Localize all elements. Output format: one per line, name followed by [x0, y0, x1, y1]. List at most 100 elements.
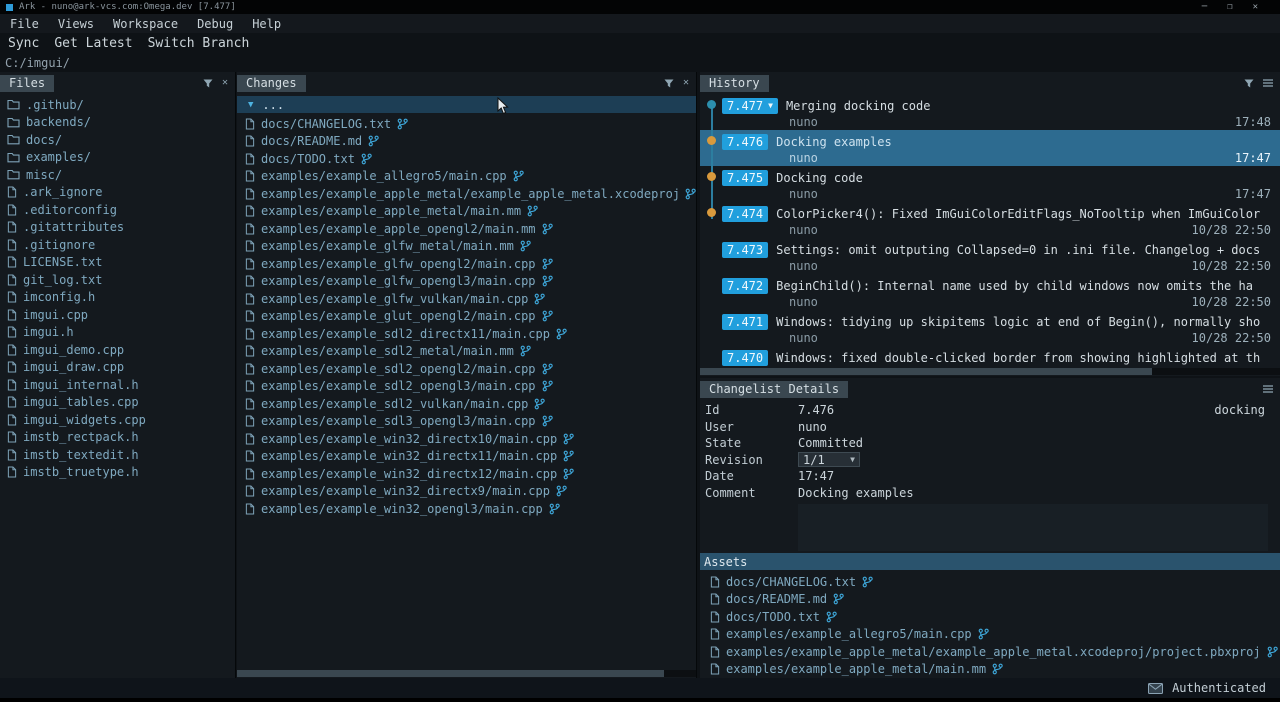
- file-tree-item[interactable]: .gitignore: [0, 236, 235, 254]
- history-commit-row[interactable]: 7.473 Settings: omit outputing Collapsed…: [700, 238, 1280, 274]
- branch-icon: [397, 118, 408, 130]
- asset-item[interactable]: examples/example_apple_metal/example_app…: [700, 643, 1280, 661]
- asset-item[interactable]: docs/CHANGELOG.txt: [700, 573, 1280, 591]
- menu-item-views[interactable]: Views: [58, 17, 94, 31]
- toolbar-button-sync[interactable]: Sync: [8, 36, 39, 51]
- asset-item[interactable]: docs/README.md: [700, 591, 1280, 609]
- change-item[interactable]: examples/example_win32_directx9/main.cpp: [237, 483, 696, 501]
- menu-item-workspace[interactable]: Workspace: [113, 17, 178, 31]
- file-tree-item[interactable]: imgui_demo.cpp: [0, 341, 235, 359]
- history-filter-icon[interactable]: [1244, 79, 1254, 88]
- history-commit-row[interactable]: 7.470 Windows: fixed double-clicked bord…: [700, 346, 1280, 367]
- change-item[interactable]: examples/example_sdl2_opengl2/main.cpp: [237, 360, 696, 378]
- history-horizontal-scrollbar[interactable]: [700, 368, 1280, 375]
- menu-item-debug[interactable]: Debug: [197, 17, 233, 31]
- file-tree-item[interactable]: .ark_ignore: [0, 184, 235, 202]
- change-item[interactable]: docs/CHANGELOG.txt: [237, 115, 696, 133]
- history-commit-row[interactable]: 7.472 BeginChild(): Internal name used b…: [700, 274, 1280, 310]
- file-tree-item[interactable]: .gitattributes: [0, 219, 235, 237]
- change-item[interactable]: examples/example_sdl2_opengl3/main.cpp: [237, 378, 696, 396]
- file-tree-item[interactable]: imconfig.h: [0, 289, 235, 307]
- files-filter-icon[interactable]: [203, 79, 213, 88]
- file-tree-item[interactable]: backends/: [0, 114, 235, 132]
- change-item[interactable]: docs/TODO.txt: [237, 150, 696, 168]
- history-menu-icon[interactable]: [1263, 79, 1273, 87]
- branch-icon: [361, 153, 372, 165]
- history-commit-row[interactable]: 7.476 Docking examples nuno 17:47: [700, 130, 1280, 166]
- change-item[interactable]: examples/example_glut_opengl2/main.cpp: [237, 308, 696, 326]
- revision-badge[interactable]: 7.477▼: [722, 98, 778, 114]
- change-item[interactable]: examples/example_win32_opengl3/main.cpp: [237, 500, 696, 518]
- asset-item[interactable]: docs/TODO.txt: [700, 608, 1280, 626]
- file-tree-item[interactable]: imgui_tables.cpp: [0, 394, 235, 412]
- file-tree-item[interactable]: imgui.cpp: [0, 306, 235, 324]
- file-tree-item[interactable]: imgui_internal.h: [0, 376, 235, 394]
- file-tree-item[interactable]: imstb_textedit.h: [0, 446, 235, 464]
- change-item[interactable]: examples/example_apple_metal/main.mm: [237, 203, 696, 221]
- change-item[interactable]: examples/example_sdl2_directx11/main.cpp: [237, 325, 696, 343]
- comment-textarea[interactable]: [798, 504, 1268, 556]
- history-commit-row[interactable]: 7.477▼ Merging docking code nuno 17:48: [700, 94, 1280, 130]
- toolbar-button-switch-branch[interactable]: Switch Branch: [148, 36, 250, 51]
- file-icon: [245, 170, 255, 182]
- minimize-button[interactable]: ─: [1202, 2, 1207, 12]
- change-item[interactable]: examples/example_glfw_vulkan/main.cpp: [237, 290, 696, 308]
- chevron-down-icon: ▼: [850, 455, 855, 464]
- file-tree-item[interactable]: imstb_truetype.h: [0, 464, 235, 482]
- files-close-icon[interactable]: ✕: [222, 78, 228, 88]
- file-icon: [710, 611, 720, 623]
- change-item[interactable]: docs/README.md: [237, 133, 696, 151]
- file-tree-item[interactable]: misc/: [0, 166, 235, 184]
- folder-icon: [7, 134, 20, 145]
- change-item[interactable]: examples/example_allegro5/main.cpp: [237, 168, 696, 186]
- changes-close-icon[interactable]: ✕: [683, 78, 689, 88]
- revision-badge[interactable]: 7.473: [722, 242, 768, 258]
- close-button[interactable]: ✕: [1253, 2, 1258, 12]
- file-tree-item[interactable]: LICENSE.txt: [0, 254, 235, 272]
- change-item[interactable]: examples/example_win32_directx10/main.cp…: [237, 430, 696, 448]
- details-fields: Id 7.476 docking User nuno State Committ…: [700, 398, 1280, 556]
- asset-item[interactable]: examples/example_allegro5/main.cpp: [700, 626, 1280, 644]
- revision-badge[interactable]: 7.471: [722, 314, 768, 330]
- file-tree-item[interactable]: .editorconfig: [0, 201, 235, 219]
- change-item[interactable]: examples/example_glfw_opengl3/main.cpp: [237, 273, 696, 291]
- revision-badge[interactable]: 7.476: [722, 134, 768, 150]
- file-tree-item[interactable]: .github/: [0, 96, 235, 114]
- revision-badge[interactable]: 7.474: [722, 206, 768, 222]
- history-commit-row[interactable]: 7.474 ColorPicker4(): Fixed ImGuiColorEd…: [700, 202, 1280, 238]
- changes-horizontal-scrollbar[interactable]: [237, 670, 696, 677]
- file-tree-item[interactable]: imgui_widgets.cpp: [0, 411, 235, 429]
- change-item[interactable]: examples/example_apple_metal/example_app…: [237, 185, 696, 203]
- menu-item-help[interactable]: Help: [252, 17, 281, 31]
- branch-icon: [542, 258, 553, 270]
- change-item[interactable]: examples/example_glfw_metal/main.mm: [237, 238, 696, 256]
- revision-badge[interactable]: 7.475: [722, 170, 768, 186]
- toolbar-button-get-latest[interactable]: Get Latest: [54, 36, 132, 51]
- file-tree-item[interactable]: docs/: [0, 131, 235, 149]
- change-item[interactable]: examples/example_apple_opengl2/main.mm: [237, 220, 696, 238]
- revision-badge[interactable]: 7.470: [722, 350, 768, 366]
- change-item[interactable]: examples/example_sdl2_metal/main.mm: [237, 343, 696, 361]
- history-commit-row[interactable]: 7.475 Docking code nuno 17:47: [700, 166, 1280, 202]
- history-commit-row[interactable]: 7.471 Windows: tidying up skipitems logi…: [700, 310, 1280, 346]
- changes-root-row[interactable]: ▼ ...: [237, 96, 696, 113]
- file-tree-item[interactable]: imgui.h: [0, 324, 235, 342]
- file-tree-item[interactable]: imstb_rectpack.h: [0, 429, 235, 447]
- change-item[interactable]: examples/example_glfw_opengl2/main.cpp: [237, 255, 696, 273]
- revision-badge[interactable]: 7.472: [722, 278, 768, 294]
- change-item[interactable]: examples/example_win32_directx12/main.cp…: [237, 465, 696, 483]
- maximize-button[interactable]: ❐: [1227, 2, 1232, 12]
- details-menu-icon[interactable]: [1263, 385, 1273, 393]
- change-item[interactable]: examples/example_sdl3_opengl3/main.cpp: [237, 413, 696, 431]
- auth-status-label: Authenticated: [1172, 681, 1266, 695]
- change-item[interactable]: examples/example_win32_directx11/main.cp…: [237, 448, 696, 466]
- change-item[interactable]: examples/example_sdl2_vulkan/main.cpp: [237, 395, 696, 413]
- asset-item[interactable]: examples/example_apple_metal/main.mm: [700, 661, 1280, 679]
- file-tree-item[interactable]: git_log.txt: [0, 271, 235, 289]
- file-tree-item[interactable]: imgui_draw.cpp: [0, 359, 235, 377]
- file-tree-item[interactable]: examples/: [0, 149, 235, 167]
- changes-filter-icon[interactable]: [664, 79, 674, 88]
- revision-select[interactable]: 1/1 ▼: [798, 452, 860, 467]
- menu-item-file[interactable]: File: [10, 17, 39, 31]
- file-icon: [7, 361, 17, 373]
